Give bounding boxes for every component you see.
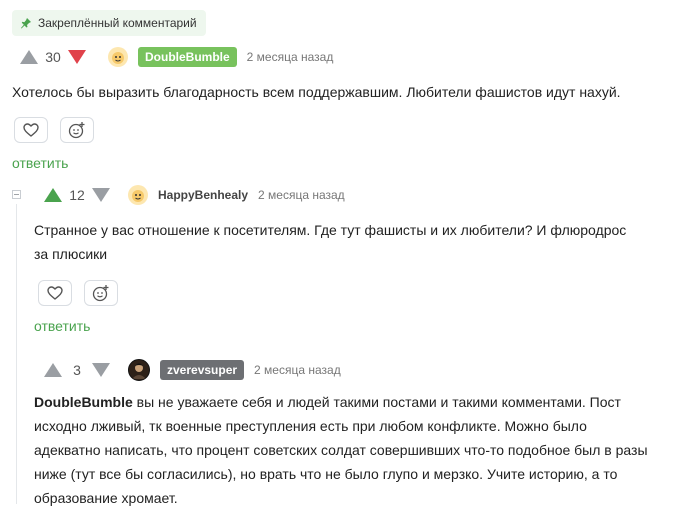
comment-text-2: Странное у вас отношение к посетителям. …	[34, 218, 626, 266]
heart-icon	[47, 286, 63, 300]
pinned-comment-badge: Закреплённый комментарий	[12, 10, 206, 36]
mention-link[interactable]: DoubleBumble	[34, 394, 133, 410]
timestamp[interactable]: 2 месяца назад	[247, 50, 334, 64]
author-name[interactable]: DoubleBumble	[138, 47, 237, 67]
text-line: за плюсики	[34, 246, 108, 262]
pin-icon	[21, 18, 31, 29]
vote-controls-2: 12	[44, 187, 110, 203]
timestamp[interactable]: 2 месяца назад	[254, 363, 341, 377]
like-button[interactable]	[14, 117, 48, 143]
timestamp[interactable]: 2 месяца назад	[258, 188, 345, 202]
heart-icon	[23, 123, 39, 137]
avatar[interactable]	[128, 359, 150, 381]
comment-header-3: 3 zverevsuper 2 месяца назад	[44, 359, 341, 381]
text-line: Странное у вас отношение к посетителям. …	[34, 222, 627, 238]
reply-link[interactable]: ответить	[12, 155, 68, 171]
avatar-photo-icon	[132, 363, 146, 379]
downvote-button[interactable]	[92, 188, 110, 202]
author-name[interactable]: HappyBenhealy	[158, 188, 248, 202]
thread-line	[16, 204, 17, 504]
reaction-button[interactable]	[60, 117, 94, 143]
upvote-button[interactable]	[20, 50, 38, 64]
vote-controls-3: 3	[44, 362, 110, 378]
pinned-label: Закреплённый комментарий	[38, 16, 197, 30]
smiley-plus-icon	[68, 122, 85, 139]
comment-text-3: DoubleBumble вы не уважаете себя и людей…	[34, 390, 654, 510]
comment-header-2: 12 HappyBenhealy 2 месяца назад	[44, 185, 345, 205]
reaction-button[interactable]	[84, 280, 118, 306]
text-line: образование хромает.	[34, 490, 178, 506]
like-button[interactable]	[38, 280, 72, 306]
downvote-button[interactable]	[92, 363, 110, 377]
avatar-face-icon	[132, 190, 144, 202]
downvote-button[interactable]	[68, 50, 86, 64]
reply-link[interactable]: ответить	[34, 318, 90, 334]
smiley-plus-icon	[92, 285, 109, 302]
upvote-button[interactable]	[44, 363, 62, 377]
avatar[interactable]	[128, 185, 148, 205]
avatar[interactable]	[108, 47, 128, 67]
text-line: ниже (тут все бы согласились), но врать …	[34, 466, 618, 482]
comment-text-1: Хотелось бы выразить благодарность всем …	[12, 84, 621, 100]
author-name[interactable]: zverevsuper	[160, 360, 245, 380]
score: 3	[73, 362, 81, 378]
upvote-button[interactable]	[44, 188, 62, 202]
score: 30	[45, 49, 61, 65]
avatar-face-icon	[112, 52, 124, 64]
text-line: исходно лживый, тк военные преступления …	[34, 418, 587, 434]
text-line: DoubleBumble вы не уважаете себя и людей…	[34, 390, 654, 414]
text-fragment: вы не уважаете себя и людей такими поста…	[132, 394, 621, 410]
collapse-minus-icon[interactable]	[12, 190, 21, 199]
score: 12	[69, 187, 85, 203]
comment-header-1: 30 DoubleBumble 2 месяца назад	[20, 47, 333, 67]
text-line: адекватно написать, что процент советски…	[34, 442, 648, 458]
vote-controls-1: 30	[20, 49, 86, 65]
